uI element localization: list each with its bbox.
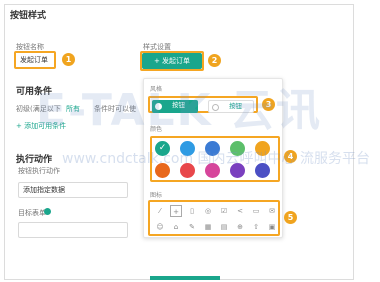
icon-grid-highlight: ⁄ + ▯ ◎ ☑ < ▭ ✉ ☺ ⌂ ✎ ▦ ▤ ⊕ ⇧ ▣ xyxy=(148,200,280,236)
badge-5: 5 xyxy=(284,211,297,224)
target-form-select[interactable] xyxy=(18,222,128,238)
target-form-label: 目标表单 xyxy=(18,209,46,217)
section-title-button-style: 按钮样式 xyxy=(10,11,47,21)
check-square-icon[interactable]: ☑ xyxy=(218,205,230,217)
file-icon[interactable]: ▯ xyxy=(186,205,198,217)
share-icon[interactable]: < xyxy=(234,205,246,217)
watermark-url: www.cndctalk.com 国内云呼叫中心 流服务平台 xyxy=(62,151,370,167)
print-icon[interactable]: ▭ xyxy=(250,205,262,217)
watermark-logo: E-TALK 云讯 xyxy=(36,85,322,136)
document-icon[interactable]: ▤ xyxy=(218,221,230,233)
button-name-highlight: 发起订单 xyxy=(14,51,56,69)
style-preview-button[interactable]: + 发起订单 xyxy=(142,53,202,69)
submit-button[interactable] xyxy=(150,276,220,280)
pencil-icon[interactable]: ⁄ xyxy=(154,205,166,217)
icon-label: 图标 xyxy=(150,192,163,199)
upload-icon[interactable]: ⇧ xyxy=(250,221,262,233)
edit-icon[interactable]: ✎ xyxy=(186,221,198,233)
execute-label: 按钮执行动作 xyxy=(18,167,60,175)
style-button-highlight: + 发起订单 xyxy=(140,51,204,71)
badge-1: 1 xyxy=(62,53,75,66)
mail-icon[interactable]: ✉ xyxy=(266,205,278,217)
info-icon xyxy=(44,208,51,215)
check-circle-icon[interactable]: ◎ xyxy=(202,205,214,217)
button-name-input[interactable]: 发起订单 xyxy=(16,53,54,67)
plus-box-icon[interactable]: + xyxy=(170,205,182,217)
home-icon[interactable]: ⌂ xyxy=(170,221,182,233)
calendar-icon-2[interactable]: ▣ xyxy=(266,221,278,233)
plus-circle-icon[interactable]: ⊕ xyxy=(234,221,246,233)
smile-icon[interactable]: ☺ xyxy=(154,221,166,233)
execute-select[interactable]: 添加指定数据 xyxy=(18,182,128,198)
badge-2: 2 xyxy=(208,54,221,67)
calendar-icon[interactable]: ▦ xyxy=(202,221,214,233)
execute-title: 执行动作 xyxy=(16,155,53,165)
